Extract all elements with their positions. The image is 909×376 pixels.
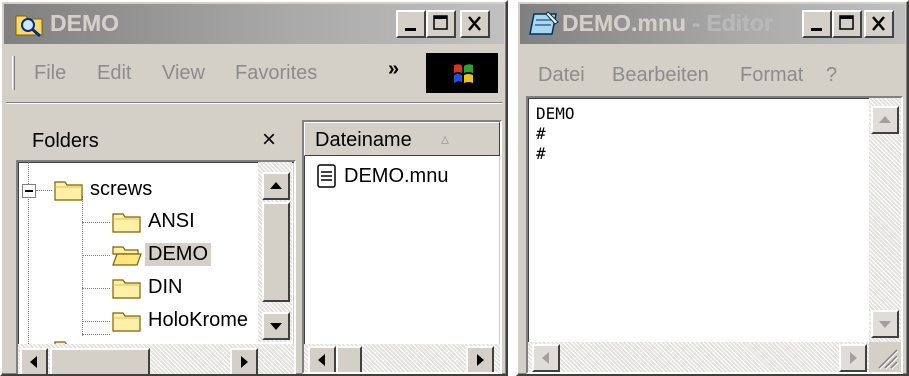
editor-vertical-scrollbar[interactable] <box>869 98 901 342</box>
menubar-divider <box>6 102 502 104</box>
folder-icon <box>112 312 141 332</box>
tree-hscroll-thumb[interactable] <box>50 348 150 374</box>
arrow-right-icon <box>850 352 857 364</box>
arrow-up-icon <box>270 182 282 189</box>
minimize-icon <box>405 28 416 31</box>
editor-minimize-button[interactable] <box>802 10 832 38</box>
collapse-toggle[interactable] <box>22 184 36 198</box>
editor-horizontal-scrollbar[interactable] <box>528 342 869 372</box>
file-row[interactable]: DEMO.mnu <box>316 162 496 192</box>
menubar-grip[interactable] <box>12 56 15 90</box>
scroll-left-button[interactable] <box>20 348 48 374</box>
scroll-right-button[interactable] <box>230 348 258 374</box>
resize-grip[interactable] <box>869 342 901 372</box>
tree-item-din[interactable]: DIN <box>148 276 182 299</box>
column-header-filename[interactable]: Dateiname ▵ <box>304 122 500 156</box>
menu-file[interactable]: File <box>34 62 66 85</box>
tree-line <box>36 190 52 191</box>
files-scroll-left-button[interactable] <box>308 346 336 372</box>
menu-format[interactable]: Format <box>740 64 803 87</box>
maximize-button[interactable] <box>426 10 456 38</box>
folders-header: Folders <box>32 130 99 152</box>
open-folder-icon <box>112 246 142 266</box>
explorer-title: DEMO <box>50 10 119 36</box>
explorer-menubar: File Edit View Favorites » <box>6 50 502 96</box>
notepad-icon <box>529 11 559 35</box>
windows-flag-icon <box>454 64 473 83</box>
menu-view[interactable]: View <box>162 62 205 85</box>
file-list: Dateiname ▵ DEMO.mnu <box>302 120 502 374</box>
close-icon <box>872 16 885 31</box>
folder-icon <box>54 181 83 201</box>
sort-ascending-icon: ▵ <box>441 131 450 148</box>
folders-pane: Folders × screws ANSI DEMO DIN HoloKrome <box>12 120 296 374</box>
file-name: DEMO.mnu <box>344 165 449 187</box>
arrow-right-icon <box>477 354 484 366</box>
editor-content[interactable]: DEMO # # <box>536 104 575 164</box>
arrow-left-icon <box>542 352 549 364</box>
close-icon <box>468 16 481 31</box>
maximize-icon <box>839 15 854 30</box>
folder-tree: screws ANSI DEMO DIN HoloKrome <box>16 160 296 374</box>
tree-line <box>82 222 110 223</box>
folders-close-button[interactable]: × <box>262 126 276 154</box>
notepad-document-icon <box>317 164 336 188</box>
editor-scroll-up-button[interactable] <box>871 106 899 134</box>
tree-item-ansi[interactable]: ANSI <box>148 210 195 233</box>
column-header-label: Dateiname <box>315 129 412 151</box>
editor-close-button[interactable] <box>864 10 894 38</box>
editor-title: DEMO.mnu - Editor <box>562 10 773 36</box>
editor-scroll-left-button[interactable] <box>532 344 560 372</box>
arrow-left-icon <box>318 354 325 366</box>
folder-icon <box>112 279 141 299</box>
tree-line <box>82 196 83 336</box>
explorer-window: DEMO File Edit View Favorites » Folders <box>0 0 508 376</box>
arrow-left-icon <box>30 356 37 368</box>
menu-help[interactable]: ? <box>826 64 837 87</box>
menu-datei[interactable]: Datei <box>538 64 585 87</box>
tree-line <box>82 288 110 289</box>
editor-scroll-right-button[interactable] <box>839 344 867 372</box>
editor-titlebar[interactable]: DEMO.mnu - Editor <box>520 4 905 44</box>
tree-line <box>82 321 110 322</box>
menu-favorites[interactable]: Favorites <box>235 62 317 85</box>
arrow-down-icon <box>270 323 282 330</box>
tree-line <box>82 334 110 335</box>
editor-maximize-button[interactable] <box>832 10 862 38</box>
editor-menubar: Datei Bearbeiten Format ? <box>522 50 903 86</box>
close-button[interactable] <box>460 10 490 38</box>
tree-item-screws[interactable]: screws <box>90 178 152 201</box>
tree-item-demo[interactable]: DEMO <box>145 243 211 266</box>
windows-logo-throbber <box>426 53 498 93</box>
editor-scroll-down-button[interactable] <box>871 310 899 338</box>
scroll-up-button[interactable] <box>262 172 290 200</box>
arrow-right-icon <box>241 356 248 368</box>
resize-grip-icon <box>878 349 899 370</box>
arrow-down-icon <box>879 321 891 328</box>
menu-bearbeiten[interactable]: Bearbeiten <box>612 64 709 87</box>
arrow-up-icon <box>879 116 891 123</box>
minimize-icon <box>811 28 822 31</box>
menu-overflow-chevron[interactable]: » <box>388 58 399 81</box>
scroll-down-button[interactable] <box>262 312 290 340</box>
tree-item-holokrome[interactable]: HoloKrome <box>148 309 248 332</box>
editor-window: DEMO.mnu - Editor Datei Bearbeiten Forma… <box>516 0 909 376</box>
files-scroll-right-button[interactable] <box>466 346 494 372</box>
folder-icon <box>112 213 141 233</box>
tree-scroll-thumb[interactable] <box>262 202 290 302</box>
tree-line <box>82 255 110 256</box>
files-hscroll-thumb[interactable] <box>336 346 362 372</box>
minimize-button[interactable] <box>396 10 426 38</box>
menu-edit[interactable]: Edit <box>97 62 131 85</box>
maximize-icon <box>433 15 448 30</box>
explorer-titlebar[interactable]: DEMO <box>4 4 504 44</box>
editor-text-area[interactable]: DEMO # # <box>526 96 903 374</box>
folder-search-icon <box>15 15 43 38</box>
